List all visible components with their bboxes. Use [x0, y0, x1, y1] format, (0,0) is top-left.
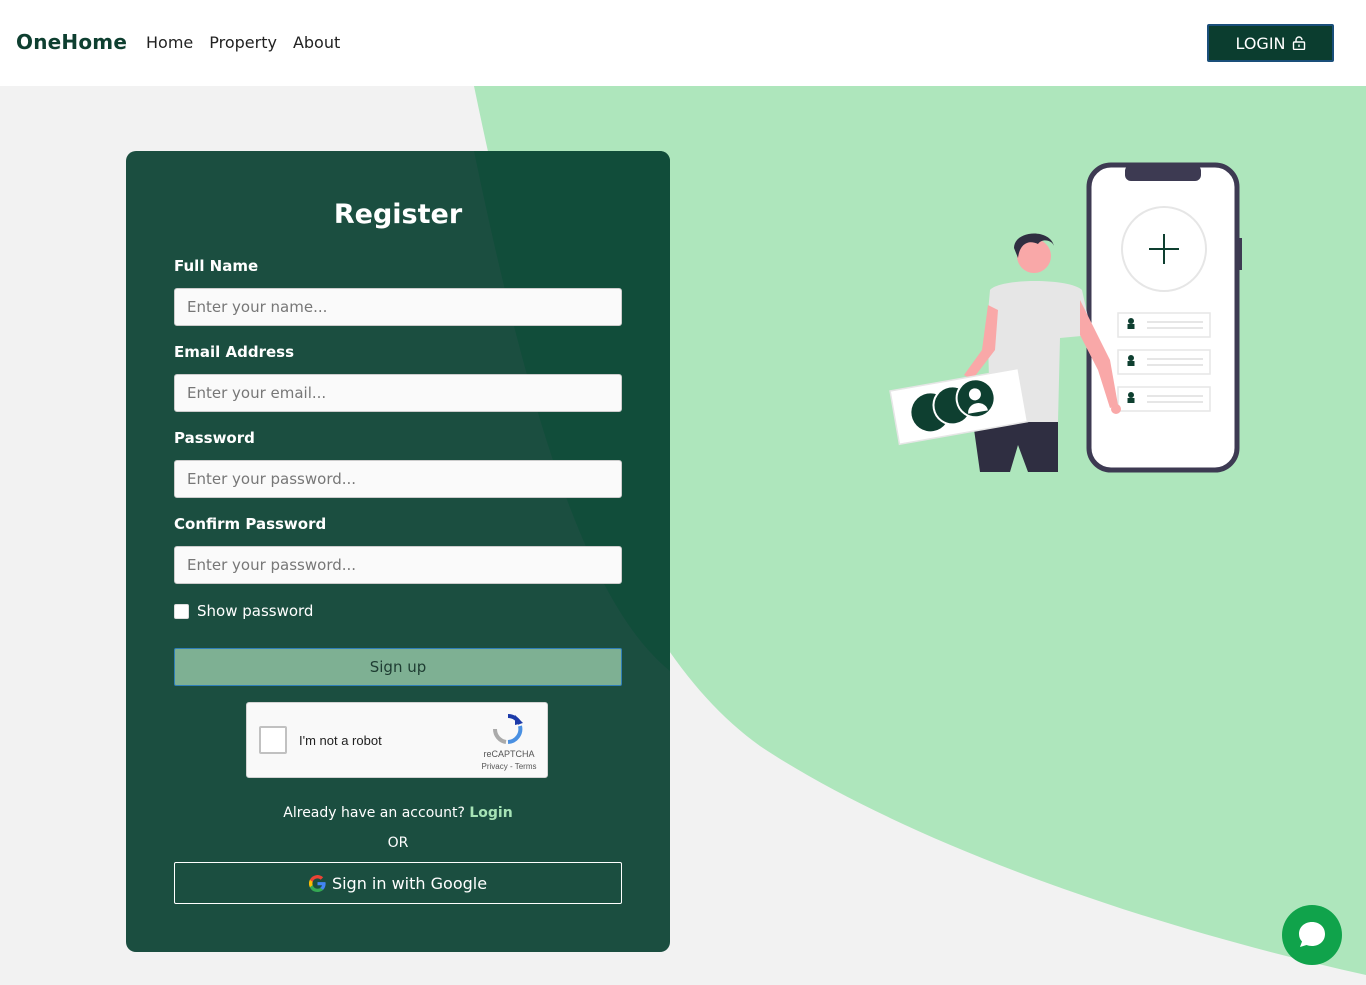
register-card: Register Full Name Email Address Passwor…: [126, 151, 670, 952]
recaptcha-widget: I'm not a robot reCAPTCHA Privacy - Term…: [246, 702, 548, 778]
recaptcha-label: I'm not a robot: [299, 733, 382, 748]
recaptcha-links[interactable]: Privacy - Terms: [473, 762, 545, 771]
password-input[interactable]: [174, 460, 622, 498]
register-title: Register: [333, 199, 463, 230]
confirm-password-input[interactable]: [174, 546, 622, 584]
nav-links: Home Property About: [146, 33, 340, 52]
nav-property[interactable]: Property: [209, 33, 277, 52]
signup-button[interactable]: Sign up: [174, 648, 622, 686]
recaptcha-checkbox[interactable]: [259, 726, 287, 754]
login-link[interactable]: Login: [469, 805, 512, 821]
register-illustration: [889, 162, 1242, 473]
google-signin-button[interactable]: Sign in with Google: [174, 862, 622, 904]
full-name-label: Full Name: [174, 257, 259, 275]
already-account-label: Already have an account?: [283, 805, 465, 821]
show-password-row: Show password: [174, 602, 313, 620]
google-signin-label: Sign in with Google: [331, 873, 488, 893]
recaptcha-brand: reCAPTCHA: [483, 749, 535, 759]
login-button-label: LOGIN: [1235, 33, 1286, 53]
full-name-input[interactable]: [174, 288, 622, 326]
chat-bubble-icon: [1299, 922, 1325, 947]
nav-about[interactable]: About: [293, 33, 340, 52]
navbar: OneHome Home Property About LOGIN: [0, 0, 1366, 86]
lock-open-icon: [1292, 36, 1305, 50]
email-label: Email Address: [174, 343, 295, 361]
login-button[interactable]: LOGIN: [1207, 24, 1334, 62]
brand-logo[interactable]: OneHome: [16, 30, 127, 54]
nav-home[interactable]: Home: [146, 33, 193, 52]
chat-button[interactable]: [1282, 905, 1342, 965]
google-icon: [308, 874, 326, 892]
or-divider: OR: [387, 835, 409, 851]
recaptcha-icon: [492, 714, 523, 744]
email-input[interactable]: [174, 374, 622, 412]
show-password-checkbox[interactable]: [174, 603, 189, 619]
already-account-text: Already have an account? Login: [126, 805, 670, 821]
confirm-password-label: Confirm Password: [174, 515, 327, 533]
password-label: Password: [174, 429, 255, 447]
show-password-label: Show password: [197, 602, 314, 620]
